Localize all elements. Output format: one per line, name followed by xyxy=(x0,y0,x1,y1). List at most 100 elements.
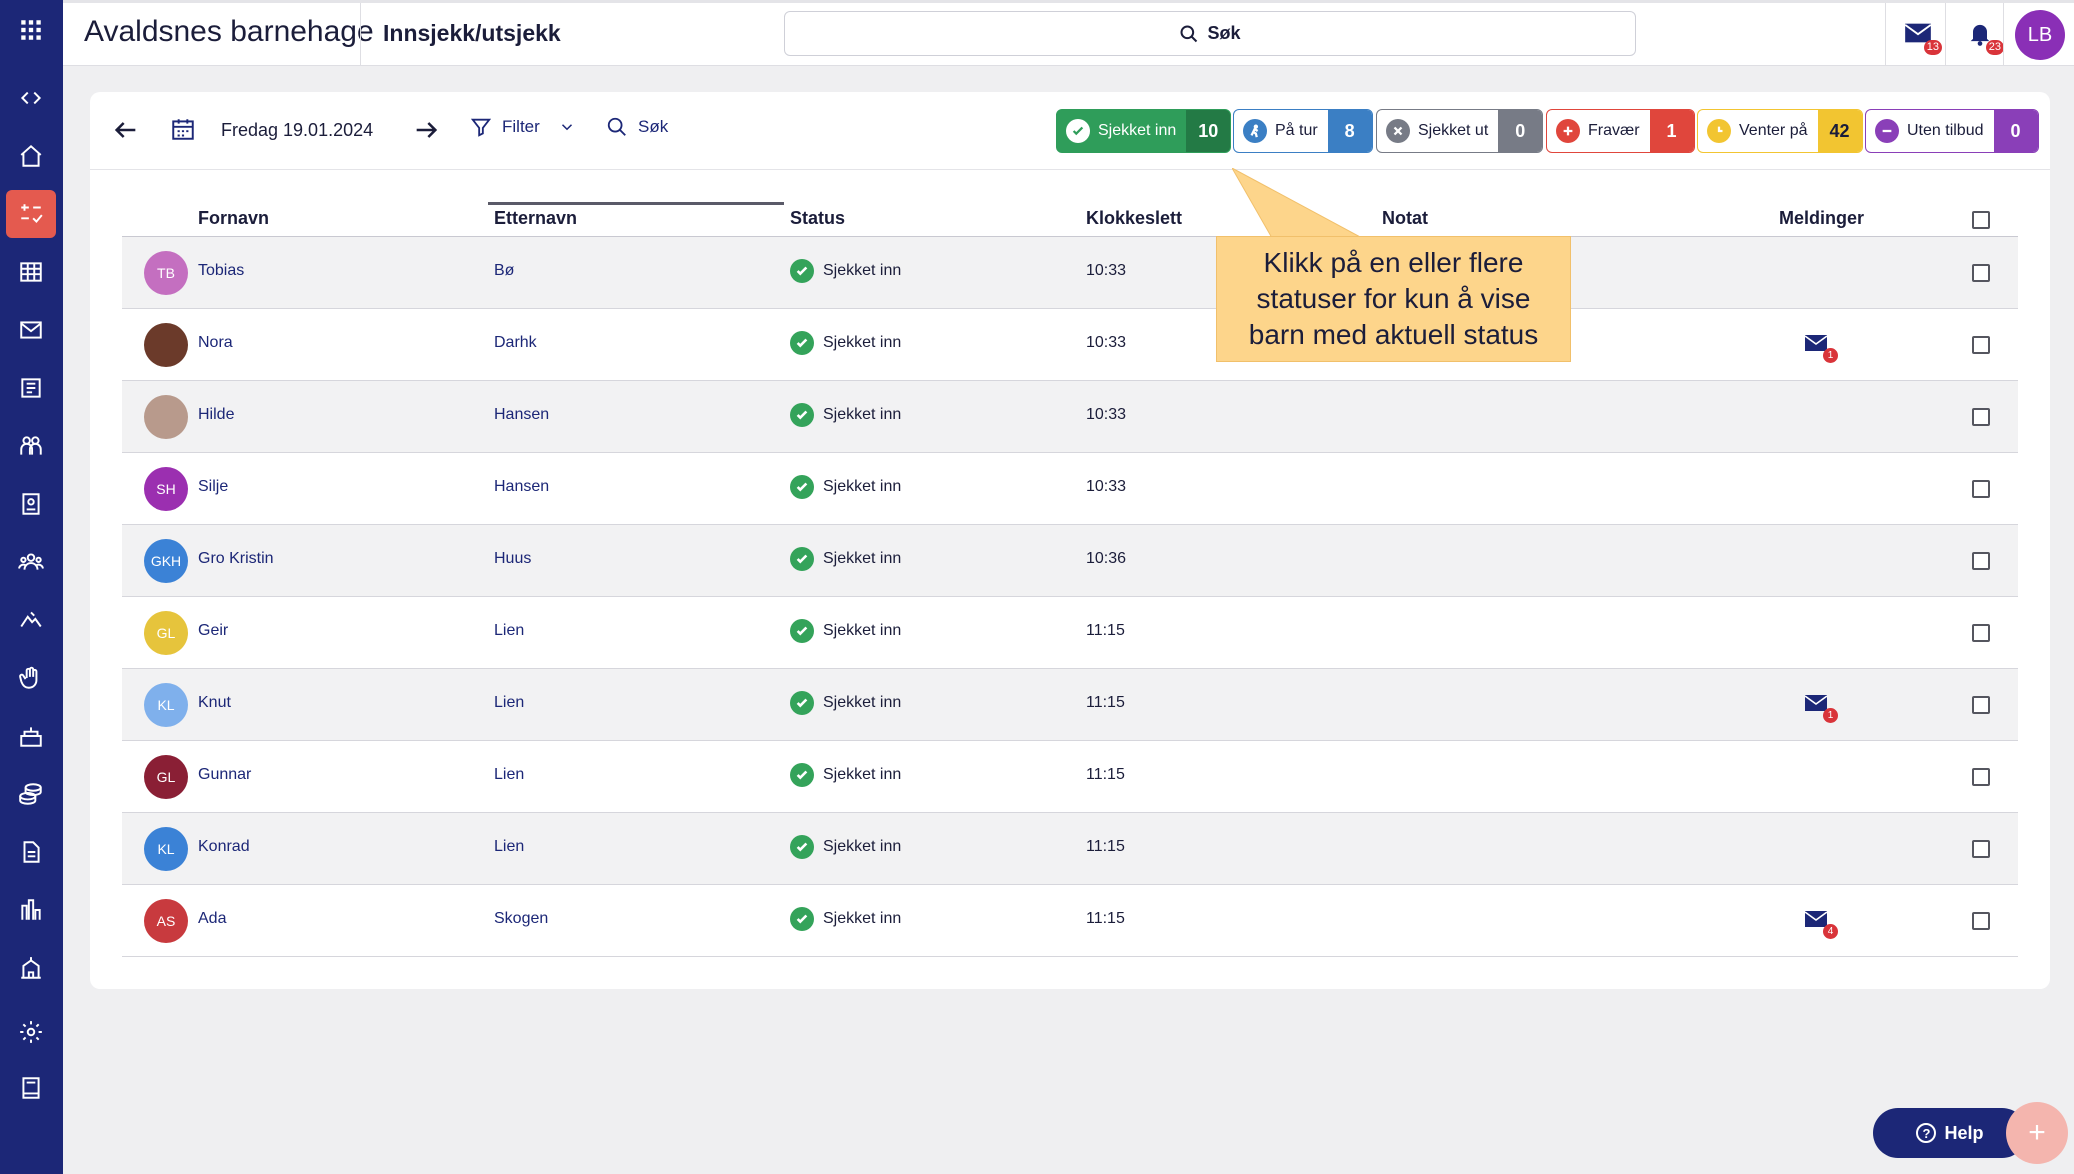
chip-no-offer[interactable]: Uten tilbud 0 xyxy=(1865,109,2039,153)
mail-icon[interactable] xyxy=(6,306,56,354)
prev-day-button[interactable] xyxy=(112,116,142,146)
last-name[interactable]: Lien xyxy=(494,694,524,712)
message-button[interactable]: 1 xyxy=(1804,333,1838,363)
chip-label: Fravær xyxy=(1588,122,1640,139)
first-name[interactable]: Hilde xyxy=(198,406,234,424)
book-icon[interactable] xyxy=(6,1064,56,1112)
notifications-button[interactable]: 23 xyxy=(1966,19,2004,55)
table-row[interactable]: TB Tobias Bø Sjekket inn 10:33 xyxy=(122,237,2018,309)
first-name[interactable]: Tobias xyxy=(198,262,244,280)
first-name[interactable]: Gunnar xyxy=(198,766,251,784)
check-circle-icon xyxy=(790,475,814,499)
last-name[interactable]: Darhk xyxy=(494,334,537,352)
first-name[interactable]: Geir xyxy=(198,622,228,640)
home-icon[interactable] xyxy=(6,132,56,180)
left-nav xyxy=(0,0,63,1174)
filter-button[interactable]: Filter xyxy=(470,116,576,138)
time: 10:33 xyxy=(1086,334,1127,351)
last-name[interactable]: Hansen xyxy=(494,406,549,424)
select-all-checkbox[interactable] xyxy=(1972,211,1990,229)
last-name[interactable]: Huus xyxy=(494,550,531,568)
status: Sjekket inn xyxy=(790,763,901,787)
row-checkbox[interactable] xyxy=(1972,408,1990,426)
row-checkbox[interactable] xyxy=(1972,912,1990,930)
hand-icon[interactable] xyxy=(6,654,56,702)
table-row[interactable]: KL Konrad Lien Sjekket inn 11:15 xyxy=(122,813,2018,885)
news-icon[interactable] xyxy=(6,364,56,412)
row-checkbox[interactable] xyxy=(1972,696,1990,714)
mail-button[interactable]: 13 xyxy=(1904,19,1942,55)
checkin-icon[interactable] xyxy=(6,190,56,238)
cake-icon[interactable] xyxy=(6,712,56,760)
chip-absent[interactable]: Fravær 1 xyxy=(1546,109,1695,153)
table-row[interactable]: Hilde Hansen Sjekket inn 10:33 xyxy=(122,381,2018,453)
col-first-name[interactable]: Fornavn xyxy=(198,208,269,229)
chip-waiting[interactable]: Venter på 42 xyxy=(1697,109,1863,153)
chip-on-trip[interactable]: På tur 8 xyxy=(1233,109,1373,153)
calendar-grid-icon[interactable] xyxy=(6,248,56,296)
row-checkbox[interactable] xyxy=(1972,624,1990,642)
first-name[interactable]: Ada xyxy=(198,910,226,928)
first-name[interactable]: Silje xyxy=(198,478,228,496)
school-icon[interactable] xyxy=(6,944,56,992)
add-button[interactable]: + xyxy=(2006,1102,2068,1164)
plus-circle-icon xyxy=(1556,119,1580,143)
last-name[interactable]: Bø xyxy=(494,262,514,280)
col-last-name[interactable]: Etternavn xyxy=(494,208,577,229)
apps-grid-icon[interactable] xyxy=(6,6,56,54)
message-button[interactable]: 1 xyxy=(1804,693,1838,723)
code-icon[interactable] xyxy=(6,74,56,122)
coins-icon[interactable] xyxy=(6,770,56,818)
user-avatar[interactable]: LB xyxy=(2015,10,2065,60)
message-button[interactable]: 4 xyxy=(1804,909,1838,939)
row-checkbox[interactable] xyxy=(1972,264,1990,282)
row-checkbox[interactable] xyxy=(1972,480,1990,498)
row-checkbox[interactable] xyxy=(1972,552,1990,570)
last-name[interactable]: Lien xyxy=(494,622,524,640)
status-label: Sjekket inn xyxy=(823,550,902,567)
filter-label: Filter xyxy=(502,117,540,136)
table-row[interactable]: GL Gunnar Lien Sjekket inn 11:15 xyxy=(122,741,2018,813)
last-name[interactable]: Lien xyxy=(494,838,524,856)
time: 11:15 xyxy=(1086,766,1125,783)
table-row[interactable]: KL Knut Lien Sjekket inn 11:15 1 xyxy=(122,669,2018,741)
tooltip: Klikk på en eller flere statuser for kun… xyxy=(1216,236,1571,362)
help-button[interactable]: ? Help xyxy=(1873,1108,2027,1158)
last-name[interactable]: Skogen xyxy=(494,910,548,928)
calendar-icon[interactable] xyxy=(170,116,198,144)
row-checkbox[interactable] xyxy=(1972,840,1990,858)
table-row[interactable]: SH Silje Hansen Sjekket inn 10:33 xyxy=(122,453,2018,525)
row-checkbox[interactable] xyxy=(1972,336,1990,354)
check-circle-icon xyxy=(790,547,814,571)
children-icon[interactable] xyxy=(6,422,56,470)
last-name[interactable]: Lien xyxy=(494,766,524,784)
next-day-button[interactable] xyxy=(412,116,442,146)
first-name[interactable]: Nora xyxy=(198,334,233,352)
check-circle-icon xyxy=(790,907,814,931)
badge-icon[interactable] xyxy=(6,480,56,528)
first-name[interactable]: Konrad xyxy=(198,838,250,856)
avatar: SH xyxy=(144,467,188,511)
chip-checked-out[interactable]: Sjekket ut 0 xyxy=(1376,109,1544,153)
document-icon[interactable] xyxy=(6,828,56,876)
first-name[interactable]: Knut xyxy=(198,694,231,712)
selected-date[interactable]: Fredag 19.01.2024 xyxy=(221,120,373,141)
chart-icon[interactable] xyxy=(6,886,56,934)
table-row[interactable]: GKH Gro Kristin Huus Sjekket inn 10:36 xyxy=(122,525,2018,597)
funnel-icon xyxy=(470,118,492,137)
top-search-bar[interactable]: Søk xyxy=(784,11,1636,56)
row-checkbox[interactable] xyxy=(1972,768,1990,786)
status: Sjekket inn xyxy=(790,475,901,499)
last-name[interactable]: Hansen xyxy=(494,478,549,496)
table-row[interactable]: GL Geir Lien Sjekket inn 11:15 xyxy=(122,597,2018,669)
groups-icon[interactable] xyxy=(6,538,56,586)
chip-checked-in[interactable]: Sjekket inn 10 xyxy=(1056,109,1232,153)
table-row[interactable]: Nora Darhk Sjekket inn 10:33 1 xyxy=(122,309,2018,381)
col-time[interactable]: Klokkeslett xyxy=(1086,208,1182,229)
table-search-button[interactable]: Søk xyxy=(606,116,668,138)
col-status[interactable]: Status xyxy=(790,208,845,229)
trip-icon[interactable] xyxy=(6,596,56,644)
settings-icon[interactable] xyxy=(6,1008,56,1056)
table-row[interactable]: AS Ada Skogen Sjekket inn 11:15 4 xyxy=(122,885,2018,957)
first-name[interactable]: Gro Kristin xyxy=(198,550,274,568)
